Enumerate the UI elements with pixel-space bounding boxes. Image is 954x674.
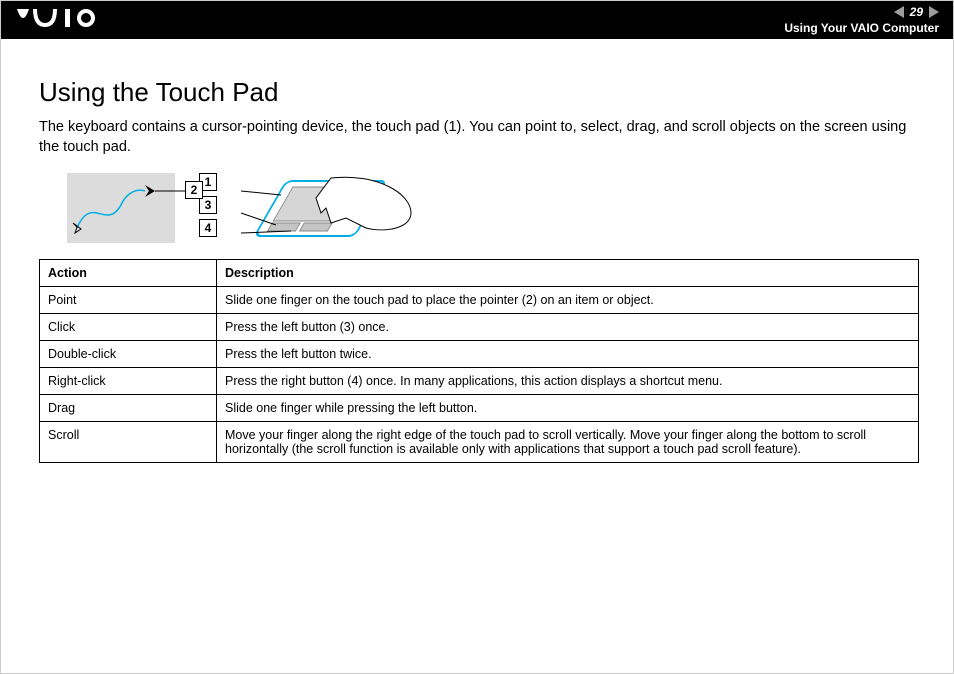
- figure-row: 2 1 3 4: [39, 167, 915, 259]
- table-row: Double-clickPress the left button twice.: [40, 341, 919, 368]
- table-row: ScrollMove your finger along the right e…: [40, 422, 919, 463]
- page-title: Using the Touch Pad: [39, 77, 915, 108]
- table-row: PointSlide one finger on the touch pad t…: [40, 287, 919, 314]
- page-nav: 29 Using Your VAIO Computer: [784, 5, 939, 35]
- table-header-row: Action Description: [40, 260, 919, 287]
- touchpad-illustration: [241, 173, 421, 243]
- header-action: Action: [40, 260, 217, 287]
- callout-2: 2: [185, 181, 203, 199]
- header-bar: 29 Using Your VAIO Computer: [1, 1, 953, 39]
- callout-4: 4: [199, 219, 217, 237]
- next-page-icon[interactable]: [929, 6, 939, 18]
- prev-page-icon[interactable]: [894, 6, 904, 18]
- page-content: Using the Touch Pad The keyboard contain…: [1, 39, 953, 487]
- intro-paragraph: The keyboard contains a cursor-pointing …: [39, 118, 915, 157]
- table-row: DragSlide one finger while pressing the …: [40, 395, 919, 422]
- section-title: Using Your VAIO Computer: [784, 21, 939, 35]
- screen-illustration: [67, 173, 175, 243]
- page-number: 29: [910, 5, 923, 19]
- vaio-logo: [15, 5, 135, 36]
- table-row: ClickPress the left button (3) once.: [40, 314, 919, 341]
- actions-table: Action Description PointSlide one finger…: [39, 259, 919, 463]
- header-description: Description: [217, 260, 919, 287]
- table-row: Right-clickPress the right button (4) on…: [40, 368, 919, 395]
